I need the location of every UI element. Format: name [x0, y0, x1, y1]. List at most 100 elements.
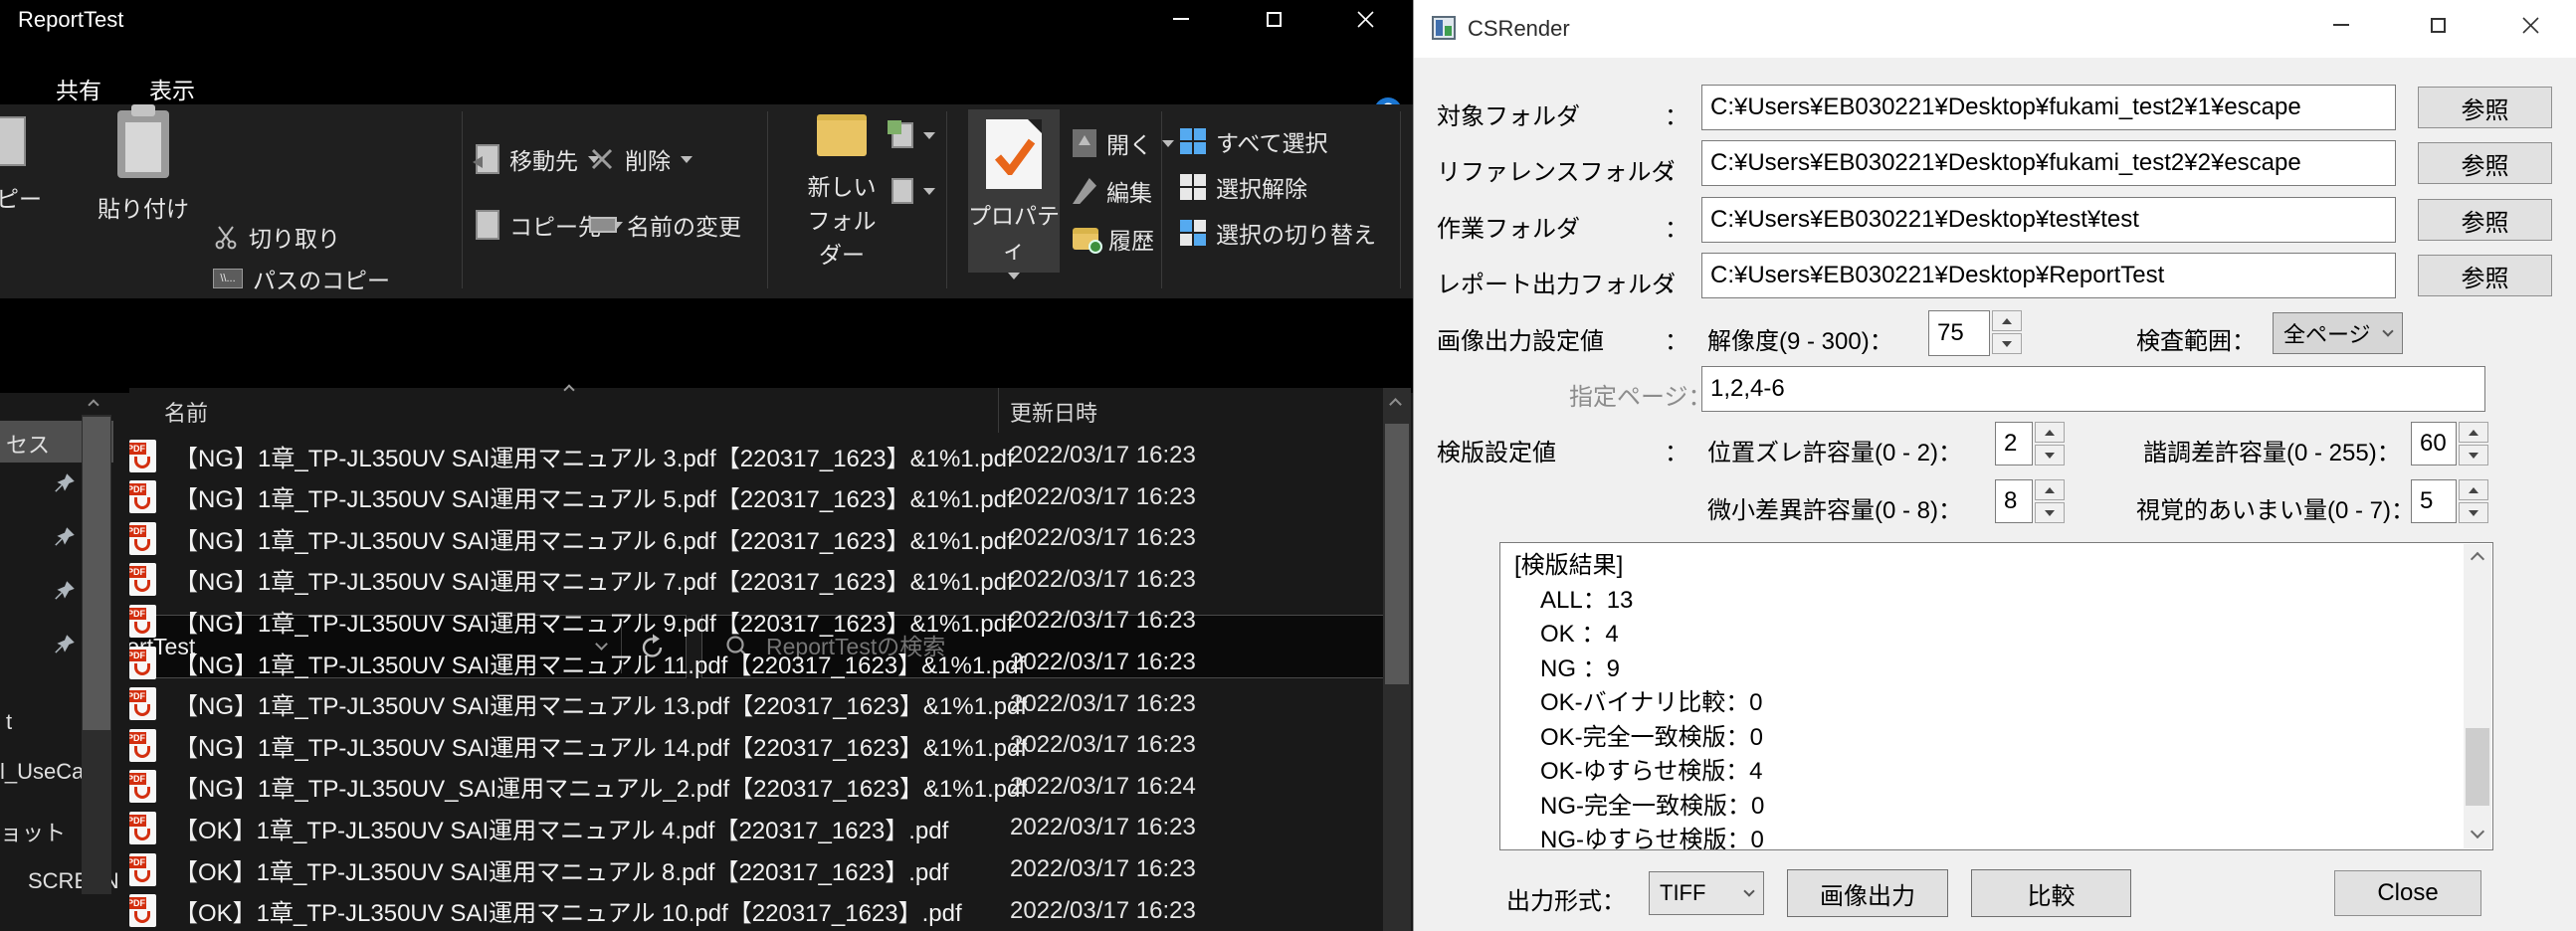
sidebar-item[interactable]: SCREEN — [28, 868, 127, 894]
close-button[interactable]: Close — [2334, 870, 2481, 916]
target-folder-input[interactable] — [1701, 85, 2396, 130]
rename-button[interactable]: 名前の変更 — [589, 208, 741, 242]
file-list-scrollbar[interactable] — [1383, 388, 1411, 931]
copy-button[interactable]: ピー — [0, 116, 42, 214]
micro-diff-tolerance-spinner[interactable] — [2035, 479, 2065, 523]
spinner-up-button[interactable] — [1992, 310, 2022, 331]
file-row[interactable]: PDF【NG】1章_TP-JL350UV_SAI運用マニュアル_2.pdf【22… — [129, 766, 1383, 808]
scroll-up-arrow[interactable] — [2471, 552, 2484, 566]
select-all-label: すべて選択 — [1216, 124, 1327, 158]
arrow-down-icon — [2045, 453, 2055, 459]
results-scrollbar-thumb[interactable] — [2466, 728, 2489, 806]
tab-share[interactable]: 共有 — [46, 68, 111, 109]
open-label: 開く — [1106, 126, 1152, 160]
resolution-input[interactable] — [1928, 310, 1990, 356]
visual-ambiguity-spinner[interactable] — [2459, 479, 2488, 523]
work-folder-browse-button[interactable]: 参照 — [2418, 199, 2552, 241]
reference-folder-browse-button[interactable]: 参照 — [2418, 142, 2552, 184]
new-folder-button[interactable]: 新しい フォルダー — [804, 114, 880, 270]
dialog-close-button[interactable] — [2495, 0, 2565, 50]
new-item-button[interactable] — [892, 118, 935, 152]
file-row[interactable]: PDF【NG】1章_TP-JL350UV SAI運用マニュアル 14.pdf【2… — [129, 724, 1383, 766]
file-name: 【NG】1章_TP-JL350UV SAI運用マニュアル 9.pdf【22031… — [174, 604, 1014, 639]
results-scrollbar[interactable] — [2464, 544, 2491, 848]
range-combobox[interactable]: 全ページ — [2273, 312, 2403, 354]
edit-button[interactable]: 編集 — [1073, 174, 1152, 208]
file-row[interactable]: PDF【NG】1章_TP-JL350UV SAI運用マニュアル 3.pdf【22… — [129, 435, 1383, 476]
copy-path-button[interactable]: \\... パスのコピー — [213, 262, 390, 295]
scrollbar-up-arrow[interactable] — [1389, 398, 1402, 411]
tone-tolerance-spinner[interactable] — [2459, 422, 2488, 466]
spinner-up-button[interactable] — [2459, 479, 2488, 500]
output-format-combobox[interactable]: TIFF — [1649, 871, 1764, 915]
position-tolerance-spinner[interactable] — [2035, 422, 2065, 466]
spinner-up-button[interactable] — [2035, 422, 2065, 443]
explorer-close-button[interactable] — [1334, 0, 1396, 38]
delete-button[interactable]: 削除 — [589, 142, 693, 176]
results-textbox[interactable]: [検版結果] ALL：13 OK ：4 NG ：9 OK-バイナリ比較：0 OK… — [1499, 542, 2493, 850]
sidebar-scrollbar-thumb[interactable] — [83, 417, 110, 730]
file-row[interactable]: PDF【OK】1章_TP-JL350UV SAI運用マニュアル 8.pdf【22… — [129, 848, 1383, 890]
compare-button[interactable]: 比較 — [1971, 869, 2131, 917]
micro-diff-tolerance-input[interactable] — [1995, 479, 2033, 523]
position-tolerance-input[interactable] — [1995, 422, 2033, 466]
sidebar-item[interactable]: t — [6, 709, 12, 735]
spinner-down-button[interactable] — [2035, 502, 2065, 523]
file-row[interactable]: PDF【NG】1章_TP-JL350UV SAI運用マニュアル 5.pdf【22… — [129, 476, 1383, 518]
column-header-modified[interactable]: 更新日時 — [1010, 396, 1097, 428]
spinner-down-button[interactable] — [2035, 445, 2065, 466]
sidebar-scroll-up-arrow[interactable] — [88, 399, 99, 410]
spinner-up-button[interactable] — [2035, 479, 2065, 500]
clear-selection-button[interactable]: 選択解除 — [1180, 170, 1307, 204]
report-folder-input[interactable] — [1701, 253, 2396, 298]
report-folder-browse-button[interactable]: 参照 — [2418, 255, 2552, 296]
file-name: 【NG】1章_TP-JL350UV SAI運用マニュアル 13.pdf【2203… — [174, 686, 1027, 721]
file-row[interactable]: PDF【NG】1章_TP-JL350UV SAI運用マニュアル 6.pdf【22… — [129, 517, 1383, 559]
spinner-down-button[interactable] — [1992, 333, 2022, 354]
open-button[interactable]: 開く — [1073, 126, 1174, 160]
resolution-spinner[interactable] — [1992, 310, 2022, 354]
pdf-file-icon: PDF — [129, 812, 156, 844]
visual-ambiguity-input[interactable] — [2411, 479, 2457, 523]
sidebar-item[interactable]: l_UseCa — [0, 759, 84, 785]
properties-button[interactable]: プロパティ — [968, 109, 1060, 273]
scrollbar-thumb[interactable] — [1385, 424, 1409, 684]
sidebar-item[interactable]: ョット — [0, 816, 66, 847]
file-row[interactable]: PDF【NG】1章_TP-JL350UV SAI運用マニュアル 11.pdf【2… — [129, 642, 1383, 683]
clear-selection-icon — [1180, 174, 1206, 200]
image-output-button[interactable]: 画像出力 — [1787, 869, 1948, 917]
move-to-button[interactable]: 移動先 — [476, 142, 600, 176]
cut-button[interactable]: 切り取り — [213, 220, 340, 254]
pdf-file-icon: PDF — [129, 687, 156, 720]
tab-view[interactable]: 表示 — [139, 68, 205, 109]
sidebar-scrollbar[interactable] — [82, 415, 111, 894]
file-row[interactable]: PDF 【NG】1章_TP-JL350UV SAI運用マニュアル 13.pdf【2… — [129, 683, 1383, 725]
position-tolerance-label: 位置ズレ許容量(0 - 2)： — [1707, 433, 1962, 467]
file-row[interactable]: PDF【OK】1章_TP-JL350UV SAI運用マニュアル 10.pdf【2… — [129, 890, 1383, 931]
explorer-maximize-button[interactable] — [1243, 0, 1304, 38]
pages-input[interactable] — [1701, 366, 2485, 412]
target-folder-browse-button[interactable]: 参照 — [2418, 87, 2552, 128]
file-row[interactable]: PDF【OK】1章_TP-JL350UV SAI運用マニュアル 4.pdf【22… — [129, 807, 1383, 848]
paste-button[interactable]: 貼り付け — [98, 110, 189, 224]
file-name: 【NG】1章_TP-JL350UV SAI運用マニュアル 5.pdf【22031… — [174, 479, 1014, 514]
select-all-button[interactable]: すべて選択 — [1180, 124, 1327, 158]
tone-tolerance-input[interactable] — [2411, 422, 2457, 466]
easy-access-button[interactable] — [892, 174, 935, 208]
spinner-up-button[interactable] — [2459, 422, 2488, 443]
scroll-down-arrow[interactable] — [2471, 825, 2484, 838]
reference-folder-input[interactable] — [1701, 140, 2396, 186]
results-line: NG-ゆすらせ検版：0 — [1514, 824, 2453, 850]
dialog-maximize-button[interactable] — [2403, 0, 2473, 50]
column-header-name[interactable]: 名前 — [164, 396, 208, 428]
history-button[interactable]: 履歴 — [1073, 222, 1154, 256]
file-row[interactable]: PDF【NG】1章_TP-JL350UV SAI運用マニュアル 7.pdf【22… — [129, 559, 1383, 601]
dialog-minimize-button[interactable] — [2306, 0, 2376, 50]
invert-selection-button[interactable]: 選択の切り替え — [1180, 216, 1376, 250]
dialog-title: CSRender — [1468, 16, 1570, 42]
work-folder-input[interactable] — [1701, 197, 2396, 243]
spinner-down-button[interactable] — [2459, 502, 2488, 523]
spinner-down-button[interactable] — [2459, 445, 2488, 466]
explorer-minimize-button[interactable] — [1150, 0, 1212, 38]
file-row[interactable]: PDF【NG】1章_TP-JL350UV SAI運用マニュアル 9.pdf【22… — [129, 600, 1383, 642]
